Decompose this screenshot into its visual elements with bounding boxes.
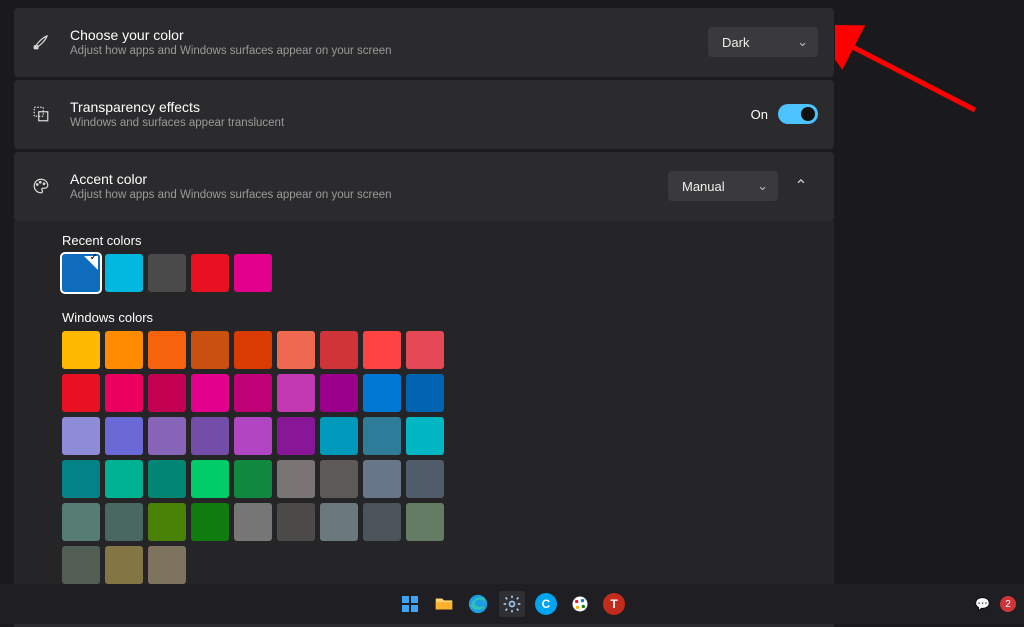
windows-color-swatch[interactable] — [148, 417, 186, 455]
windows-color-swatch[interactable] — [234, 331, 272, 369]
windows-color-swatch[interactable] — [191, 460, 229, 498]
windows-color-swatch[interactable] — [191, 374, 229, 412]
windows-color-swatch[interactable] — [148, 331, 186, 369]
choose-color-title: Choose your color — [70, 26, 708, 44]
windows-color-swatch[interactable] — [320, 417, 358, 455]
taskbar-start-icon[interactable] — [397, 591, 423, 617]
windows-colors-grid — [62, 331, 786, 584]
windows-color-swatch[interactable] — [277, 417, 315, 455]
windows-color-swatch[interactable] — [105, 374, 143, 412]
windows-color-swatch[interactable] — [105, 331, 143, 369]
annotation-arrow — [835, 25, 995, 135]
windows-color-swatch[interactable] — [363, 331, 401, 369]
system-tray[interactable]: 💬 2 — [975, 584, 1016, 624]
windows-color-swatch[interactable] — [277, 331, 315, 369]
windows-color-swatch[interactable] — [62, 503, 100, 541]
row-transparency[interactable]: Transparency effects Windows and surface… — [14, 80, 834, 149]
transparency-state-label: On — [751, 107, 768, 122]
windows-color-swatch[interactable] — [320, 460, 358, 498]
windows-color-swatch[interactable] — [320, 331, 358, 369]
windows-color-swatch[interactable] — [62, 331, 100, 369]
windows-color-swatch[interactable] — [406, 460, 444, 498]
windows-color-swatch[interactable] — [234, 374, 272, 412]
chevron-up-icon: ⌃ — [794, 176, 807, 196]
recent-color-swatch[interactable] — [234, 254, 272, 292]
taskbar-explorer-icon[interactable] — [431, 591, 457, 617]
recent-color-swatch[interactable] — [148, 254, 186, 292]
color-mode-dropdown[interactable]: Dark ⌄ — [708, 27, 818, 57]
recent-colors-grid — [62, 254, 786, 292]
windows-colors-label: Windows colors — [62, 310, 786, 325]
windows-color-swatch[interactable] — [191, 503, 229, 541]
taskbar-paint-icon[interactable] — [567, 591, 593, 617]
windows-color-swatch[interactable] — [105, 417, 143, 455]
windows-color-swatch[interactable] — [277, 460, 315, 498]
transparency-icon — [30, 103, 52, 125]
windows-color-swatch[interactable] — [62, 546, 100, 584]
recent-color-swatch[interactable] — [105, 254, 143, 292]
windows-color-swatch[interactable] — [191, 331, 229, 369]
windows-color-swatch[interactable] — [191, 417, 229, 455]
taskbar-app-t-icon[interactable]: T — [601, 591, 627, 617]
recent-colors-label: Recent colors — [62, 233, 786, 248]
accent-mode-dropdown[interactable]: Manual ⌄ — [668, 171, 778, 201]
windows-color-swatch[interactable] — [62, 417, 100, 455]
accent-sub: Adjust how apps and Windows surfaces app… — [70, 189, 668, 203]
recent-color-swatch[interactable] — [191, 254, 229, 292]
windows-color-swatch[interactable] — [406, 417, 444, 455]
windows-color-swatch[interactable] — [320, 503, 358, 541]
windows-color-swatch[interactable] — [363, 417, 401, 455]
windows-color-swatch[interactable] — [406, 374, 444, 412]
accent-collapse-button[interactable]: ⌃ — [784, 171, 818, 201]
windows-color-swatch[interactable] — [105, 460, 143, 498]
palette-icon — [30, 175, 52, 197]
accent-color-panel: Recent colors Windows colors — [14, 221, 834, 606]
windows-color-swatch[interactable] — [363, 503, 401, 541]
windows-color-swatch[interactable] — [406, 503, 444, 541]
row-choose-color[interactable]: Choose your color Adjust how apps and Wi… — [14, 8, 834, 77]
windows-color-swatch[interactable] — [62, 460, 100, 498]
transparency-title: Transparency effects — [70, 98, 751, 116]
taskbar: C T 💬 2 — [0, 584, 1024, 624]
windows-color-swatch[interactable] — [277, 503, 315, 541]
accent-mode-value: Manual — [682, 179, 725, 194]
windows-color-swatch[interactable] — [148, 546, 186, 584]
windows-color-swatch[interactable] — [234, 417, 272, 455]
chevron-down-icon: ⌄ — [797, 34, 808, 50]
windows-color-swatch[interactable] — [105, 503, 143, 541]
windows-color-swatch[interactable] — [105, 546, 143, 584]
brush-icon — [30, 31, 52, 53]
taskbar-edge-icon[interactable] — [465, 591, 491, 617]
windows-color-swatch[interactable] — [363, 374, 401, 412]
color-mode-value: Dark — [722, 35, 749, 50]
row-accent-color[interactable]: Accent color Adjust how apps and Windows… — [14, 152, 834, 221]
windows-color-swatch[interactable] — [234, 503, 272, 541]
windows-color-swatch[interactable] — [320, 374, 358, 412]
taskbar-settings-icon[interactable] — [499, 591, 525, 617]
windows-color-swatch[interactable] — [363, 460, 401, 498]
transparency-toggle[interactable] — [778, 104, 818, 124]
transparency-sub: Windows and surfaces appear translucent — [70, 117, 751, 131]
windows-color-swatch[interactable] — [234, 460, 272, 498]
choose-color-sub: Adjust how apps and Windows surfaces app… — [70, 45, 708, 59]
accent-title: Accent color — [70, 170, 668, 188]
windows-color-swatch[interactable] — [148, 503, 186, 541]
windows-color-swatch[interactable] — [406, 331, 444, 369]
tray-chat-icon[interactable]: 💬 — [975, 597, 990, 611]
chevron-down-icon: ⌄ — [757, 178, 768, 194]
recent-color-swatch[interactable] — [62, 254, 100, 292]
taskbar-app-c-icon[interactable]: C — [533, 591, 559, 617]
tray-notification-badge[interactable]: 2 — [1000, 596, 1016, 612]
windows-color-swatch[interactable] — [148, 374, 186, 412]
windows-color-swatch[interactable] — [62, 374, 100, 412]
windows-color-swatch[interactable] — [277, 374, 315, 412]
windows-color-swatch[interactable] — [148, 460, 186, 498]
